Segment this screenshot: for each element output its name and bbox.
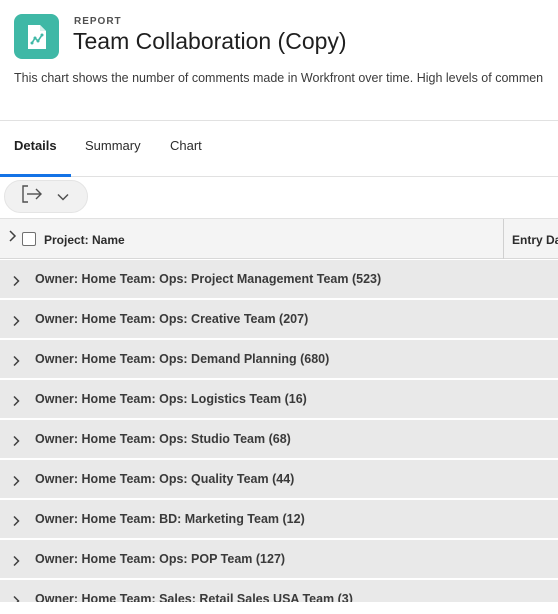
chevron-right-icon[interactable]: [12, 394, 20, 412]
chevron-right-icon[interactable]: [12, 594, 20, 602]
tab-summary[interactable]: Summary: [85, 121, 141, 177]
chevron-down-icon: [57, 188, 69, 206]
table-header: Project: Name Entry Da: [0, 218, 558, 259]
report-chart-icon: [14, 14, 59, 59]
group-row[interactable]: Owner: Home Team: BD: Marketing Team (12…: [0, 500, 558, 540]
export-icon: [21, 185, 43, 208]
chevron-right-icon[interactable]: [12, 434, 20, 452]
expand-all-icon[interactable]: [8, 229, 18, 248]
group-row[interactable]: Owner: Home Team: Ops: POP Team (127): [0, 540, 558, 580]
group-label: Owner: Home Team: Ops: Quality Team (44): [35, 472, 295, 486]
column-header-entry-date[interactable]: Entry Da: [512, 233, 558, 247]
chevron-right-icon[interactable]: [12, 354, 20, 372]
chevron-right-icon[interactable]: [12, 274, 20, 292]
select-all-checkbox[interactable]: [22, 232, 36, 246]
group-label: Owner: Home Team: Ops: Demand Planning (…: [35, 352, 330, 366]
group-label: Owner: Home Team: Ops: Creative Team (20…: [35, 312, 309, 326]
group-label: Owner: Home Team: Ops: Project Managemen…: [35, 272, 382, 286]
column-divider[interactable]: [503, 219, 504, 259]
tab-chart[interactable]: Chart: [170, 121, 202, 177]
chevron-right-icon[interactable]: [12, 514, 20, 532]
chevron-right-icon[interactable]: [12, 314, 20, 332]
group-label: Owner: Home Team: Ops: Logistics Team (1…: [35, 392, 307, 406]
report-header: REPORT Team Collaboration (Copy) This ch…: [0, 0, 558, 121]
group-row[interactable]: Owner: Home Team: Ops: Studio Team (68): [0, 420, 558, 460]
group-label: Owner: Home Team: Ops: Studio Team (68): [35, 432, 291, 446]
group-label: Owner: Home Team: Sales: Retail Sales US…: [35, 592, 353, 604]
chevron-right-icon[interactable]: [12, 554, 20, 572]
group-row[interactable]: Owner: Home Team: Ops: Demand Planning (…: [0, 340, 558, 380]
tab-bar: Details Summary Chart: [0, 121, 558, 177]
group-row[interactable]: Owner: Home Team: Sales: Retail Sales US…: [0, 580, 558, 604]
report-kind-label: REPORT: [74, 16, 122, 27]
tab-details[interactable]: Details: [0, 121, 71, 177]
toolbar: [0, 177, 558, 218]
page-title: Team Collaboration (Copy): [73, 28, 347, 54]
group-row[interactable]: Owner: Home Team: Ops: Project Managemen…: [0, 260, 558, 300]
group-label: Owner: Home Team: BD: Marketing Team (12…: [35, 512, 305, 526]
group-row[interactable]: Owner: Home Team: Ops: Logistics Team (1…: [0, 380, 558, 420]
group-row[interactable]: Owner: Home Team: Ops: Quality Team (44): [0, 460, 558, 500]
group-label: Owner: Home Team: Ops: POP Team (127): [35, 552, 286, 566]
export-button[interactable]: [4, 180, 88, 213]
column-header-project-name[interactable]: Project: Name: [44, 233, 125, 247]
chevron-right-icon[interactable]: [12, 474, 20, 492]
group-list: Owner: Home Team: Ops: Project Managemen…: [0, 260, 558, 604]
group-row[interactable]: Owner: Home Team: Ops: Creative Team (20…: [0, 300, 558, 340]
report-description: This chart shows the number of comments …: [14, 71, 544, 85]
